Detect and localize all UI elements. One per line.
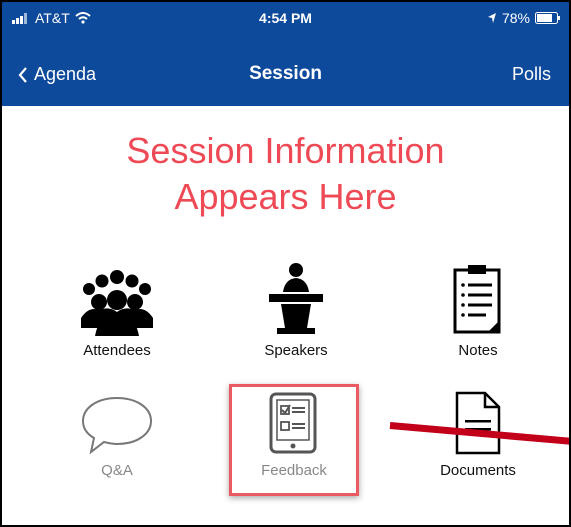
attendees-icon-box	[42, 260, 192, 336]
location-arrow-icon	[487, 13, 496, 23]
battery-icon	[535, 12, 560, 24]
nav-title: Session	[249, 63, 322, 84]
notes-icon-box	[403, 260, 553, 336]
session-heading-line2: Appears Here	[174, 176, 397, 217]
session-heading-line1: Session Information	[126, 130, 445, 171]
qa-label: Q&A	[101, 462, 133, 479]
status-bar: AT&T 4:54 PM 78%	[2, 2, 569, 36]
documents-icon-box	[403, 380, 553, 456]
speech-bubble-icon	[81, 396, 153, 455]
notes-clipboard-icon	[453, 265, 501, 334]
session-heading: Session Information Appears Here	[2, 128, 569, 220]
notes-label: Notes	[458, 342, 498, 359]
speakers-icon-box	[221, 260, 371, 336]
status-time: 4:54 PM	[259, 10, 312, 26]
status-right: 78%	[487, 10, 561, 26]
documents-label: Documents	[440, 462, 516, 479]
polls-button[interactable]: Polls	[512, 64, 551, 85]
document-icon	[455, 391, 501, 455]
phone-screen: AT&T 4:54 PM 78% Agenda Session Polls Se…	[0, 0, 571, 527]
attendees-tile[interactable]: Attendees	[42, 260, 192, 359]
notes-tile[interactable]: Notes	[403, 260, 553, 359]
attendees-label: Attendees	[83, 342, 151, 359]
attendees-icon	[81, 270, 153, 336]
speaker-podium-icon	[269, 263, 323, 334]
battery-percent: 78%	[501, 10, 530, 26]
qa-tile[interactable]: Q&A	[42, 380, 192, 479]
feedback-highlight-box	[229, 384, 359, 496]
qa-icon-box	[42, 380, 192, 456]
speakers-tile[interactable]: Speakers	[221, 260, 371, 359]
navigation-bar: Agenda Session Polls	[2, 36, 569, 106]
speakers-label: Speakers	[264, 342, 328, 359]
